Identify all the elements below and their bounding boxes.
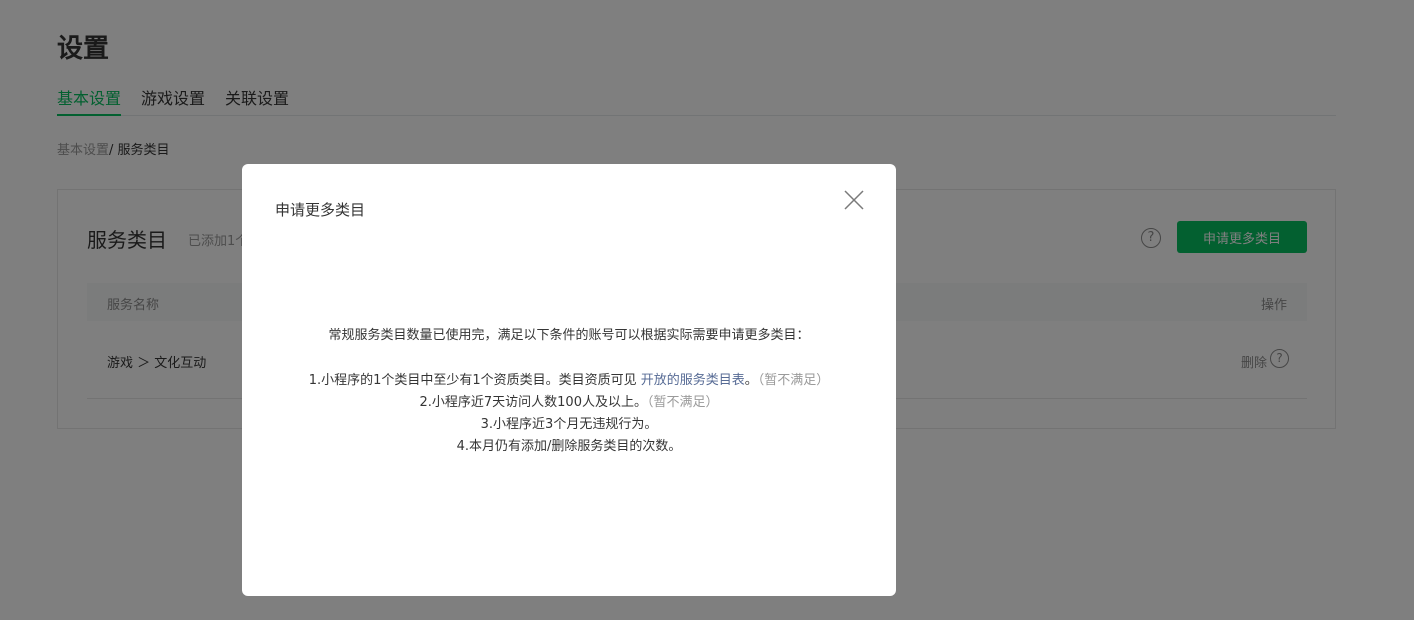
service-category-table-link[interactable]: 开放的服务类目表: [641, 373, 745, 388]
dialog-title: 申请更多类目: [275, 201, 366, 219]
condition-item: 1.小程序的1个类目中至少有1个资质类目。类目资质可见 开放的服务类目表。（暂不…: [242, 370, 896, 392]
condition-list: 1.小程序的1个类目中至少有1个资质类目。类目资质可见 开放的服务类目表。（暂不…: [242, 370, 896, 458]
dialog-body: 常规服务类目数量已使用完，满足以下条件的账号可以根据实际需要申请更多类目： 1.…: [242, 326, 896, 458]
dialog-intro: 常规服务类目数量已使用完，满足以下条件的账号可以根据实际需要申请更多类目：: [328, 328, 810, 343]
condition-text: 4.本月仍有添加/删除服务类目的次数。: [456, 439, 682, 454]
condition-text: 1.小程序的1个类目中至少有1个资质类目。类目资质可见: [308, 373, 641, 388]
condition-item: 4.本月仍有添加/删除服务类目的次数。: [242, 436, 896, 458]
condition-text: 2.小程序近7天访问人数100人及以上。: [419, 395, 647, 410]
condition-text-suffix: 。: [744, 373, 758, 388]
condition-item: 2.小程序近7天访问人数100人及以上。（暂不满足）: [242, 392, 896, 414]
condition-text: 3.小程序近3个月无违规行为。: [480, 417, 658, 432]
close-icon[interactable]: [843, 189, 865, 211]
condition-item: 3.小程序近3个月无违规行为。: [242, 414, 896, 436]
condition-status: （暂不满足）: [757, 373, 830, 388]
condition-status: （暂不满足）: [646, 395, 719, 410]
apply-more-categories-dialog: 申请更多类目 常规服务类目数量已使用完，满足以下条件的账号可以根据实际需要申请更…: [242, 164, 896, 596]
